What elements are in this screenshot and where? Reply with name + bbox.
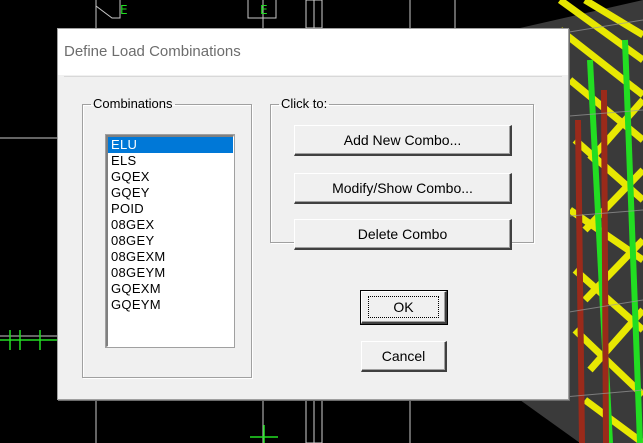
dialog-titlebar[interactable]: Define Load Combinations	[58, 29, 568, 75]
dialog-body: Combinations Click to: ELU ELS GQEX GQEY…	[64, 76, 562, 395]
combo-item-08geym[interactable]: 08GEYM	[108, 265, 233, 281]
combo-item-elu[interactable]: ELU	[108, 137, 233, 153]
combo-item-gqeym[interactable]: GQEYM	[108, 297, 233, 313]
combo-item-08gey[interactable]: 08GEY	[108, 233, 233, 249]
combo-item-08gex[interactable]: 08GEX	[108, 217, 233, 233]
combo-item-poid[interactable]: POID	[108, 201, 233, 217]
dialog-title: Define Load Combinations	[64, 43, 241, 60]
combo-item-els[interactable]: ELS	[108, 153, 233, 169]
define-load-combinations-dialog: Define Load Combinations Combinations Cl…	[57, 28, 569, 400]
ok-button[interactable]: OK	[360, 290, 448, 325]
click-to-label: Click to:	[281, 96, 328, 111]
svg-text:E: E	[260, 3, 268, 17]
ok-button-label: OK	[368, 296, 439, 318]
combinations-label: Combinations	[93, 96, 173, 111]
combo-item-08gexm[interactable]: 08GEXM	[108, 249, 233, 265]
combo-item-gqey[interactable]: GQEY	[108, 185, 233, 201]
cancel-button[interactable]: Cancel	[361, 341, 447, 372]
combo-item-gqex[interactable]: GQEX	[108, 169, 233, 185]
svg-text:E: E	[120, 3, 128, 17]
add-new-combo-button[interactable]: Add New Combo...	[294, 125, 512, 156]
delete-combo-button[interactable]: Delete Combo	[294, 219, 512, 250]
combinations-listbox[interactable]: ELU ELS GQEX GQEY POID 08GEX 08GEY 08GEX…	[105, 134, 235, 348]
modify-show-combo-button[interactable]: Modify/Show Combo...	[294, 173, 512, 204]
combo-item-gqexm[interactable]: GQEXM	[108, 281, 233, 297]
